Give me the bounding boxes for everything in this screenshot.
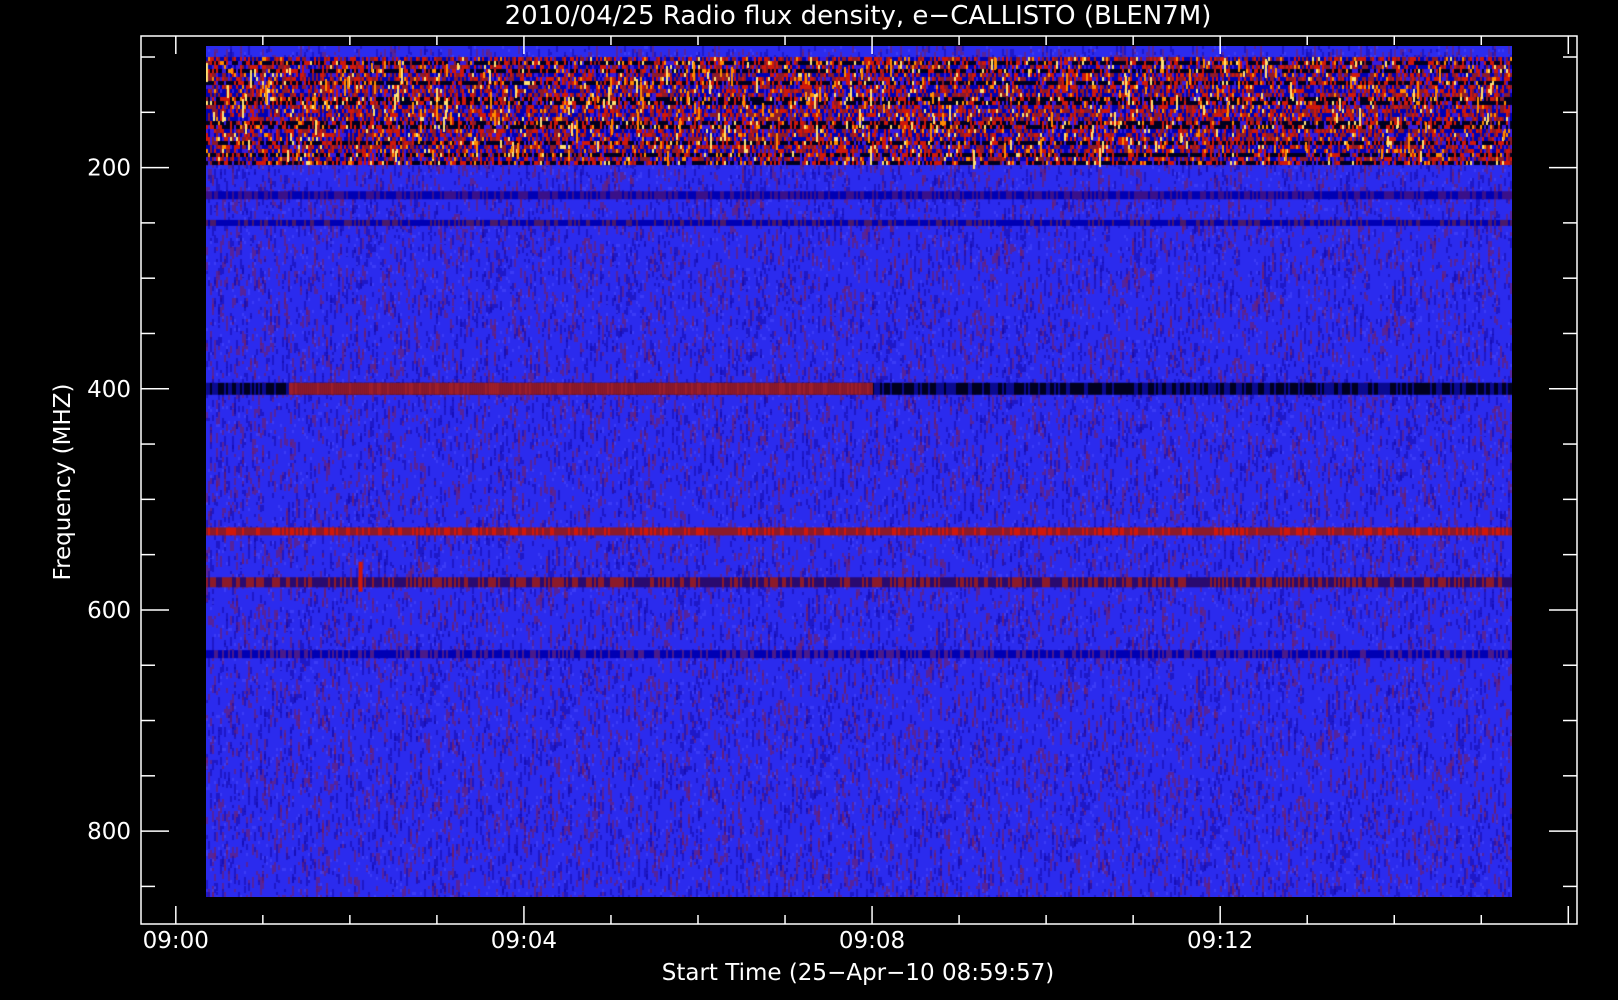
spectrogram-image (206, 46, 1512, 897)
x-axis-label: Start Time (25−Apr−10 08:59:57) (662, 960, 1055, 986)
x-tick-label: 09:04 (491, 928, 557, 954)
spectrogram-heatmap (206, 46, 1512, 897)
x-tick-label: 09:00 (143, 928, 209, 954)
y-tick-label: 200 (87, 156, 131, 182)
y-tick-label: 800 (87, 819, 131, 845)
y-axis-label: Frequency (MHZ) (50, 384, 76, 581)
chart-title: 2010/04/25 Radio flux density, e−CALLIST… (505, 1, 1212, 31)
y-tick-label: 400 (87, 377, 131, 403)
x-tick-label: 09:12 (1187, 928, 1253, 954)
y-tick-label: 600 (87, 598, 131, 624)
spectrogram-chart: 2010/04/25 Radio flux density, e−CALLIST… (50, 1, 1578, 986)
x-tick-label: 09:08 (839, 928, 905, 954)
